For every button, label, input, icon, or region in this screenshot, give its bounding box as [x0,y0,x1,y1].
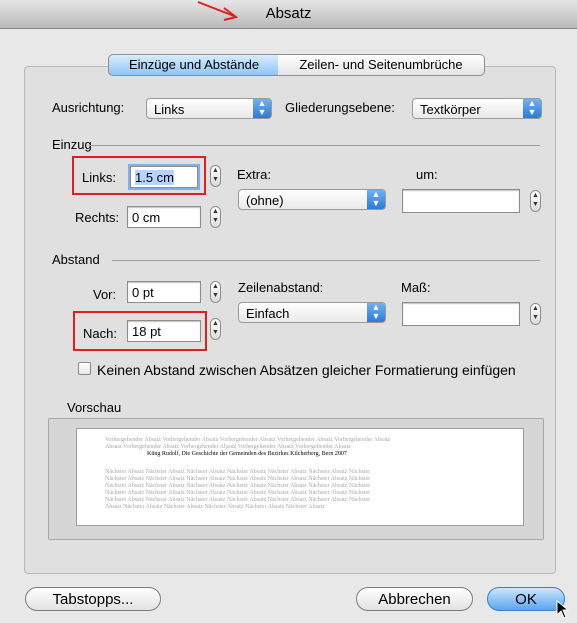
chevron-updown-icon: ▲ ▼ [253,99,271,118]
space-after-label: Nach: [83,326,117,341]
no-space-checkbox-label[interactable]: Keinen Abstand zwischen Absätzen gleiche… [97,362,516,378]
line-spacing-at-field[interactable] [402,302,520,326]
alignment-value: Links [154,102,185,117]
no-space-checkbox[interactable] [78,362,91,375]
preview-label: Vorschau [67,400,122,415]
outline-level-popup[interactable]: Textkörper ▲ ▼ [412,98,542,119]
outline-level-value: Textkörper [420,102,481,117]
mouse-pointer-icon [556,600,570,619]
preview-next-line-2: Nächster Absatz Nächster Absatz Nächster… [105,476,371,482]
line-spacing-label: Zeilenabstand: [238,280,324,295]
window-title: Absatz [265,5,312,22]
preview-next-line-4: Nächster Absatz Nächster Absatz Nächster… [105,490,371,496]
space-before-field[interactable]: 0 pt [127,281,201,303]
special-indent-value: (ohne) [246,193,284,208]
red-arrow-icon [197,1,239,21]
indent-right-stepper-icon[interactable]: ▲ ▼ [210,206,221,228]
ok-button[interactable]: OK [487,587,565,611]
indent-right-value: 0 cm [132,210,161,225]
line-spacing-at-stepper-icon[interactable]: ▲ ▼ [530,303,541,325]
indent-left-stepper-icon[interactable]: ▲ ▼ [210,165,221,187]
indent-left-value: 1.5 cm [135,170,175,185]
indent-left-label: Links: [82,170,116,185]
line-spacing-value: Einfach [246,306,290,321]
space-after-stepper-icon[interactable]: ▲ ▼ [210,318,221,340]
chevron-updown-icon: ▲ ▼ [367,303,385,322]
indent-by-label: um: [416,167,438,182]
indent-divider [90,145,540,146]
space-before-value: 0 pt [132,285,154,300]
indent-right-label: Rechts: [75,210,120,225]
cancel-button[interactable]: Abbrechen [356,587,473,611]
alignment-popup[interactable]: Links ▲ ▼ [146,98,272,119]
spacing-divider [112,260,540,261]
preview-previous-line-1: Vorhergehender Absatz Vorhergehender Abs… [105,437,391,443]
space-after-field[interactable]: 18 pt [127,320,201,342]
line-spacing-popup[interactable]: Einfach ▲ ▼ [238,302,386,323]
indent-by-field[interactable] [402,189,520,213]
spacing-section-label: Abstand [52,252,100,267]
preview-current-paragraph: Küng Rudolf, Die Geschichte der Gemeinde… [147,451,347,457]
special-indent-label: Extra: [237,167,271,182]
chevron-updown-icon: ▲ ▼ [523,99,541,118]
line-spacing-at-label: Maß: [401,280,431,295]
tabs-button[interactable]: Tabstopps... [25,587,161,611]
indent-by-stepper-icon[interactable]: ▲ ▼ [530,190,541,212]
indent-left-field[interactable]: 1.5 cm [130,166,198,188]
preview-page: Vorhergehender Absatz Vorhergehender Abs… [76,428,524,526]
preview-next-line-5: Nächster Absatz Nächster Absatz Nächster… [105,497,371,503]
preview-next-line-1: Nächster Absatz Nächster Absatz Nächster… [105,469,371,475]
tab-indents-spacing[interactable]: Einzüge und Abstände [108,54,280,76]
space-before-label: Vor: [93,287,117,302]
outline-level-label: Gliederungsebene: [285,100,395,115]
space-after-value: 18 pt [132,324,161,339]
preview-next-line-6: Absatz Nächster Absatz Nächster Absatz N… [105,504,325,510]
special-indent-popup[interactable]: (ohne) ▲ ▼ [238,189,386,210]
tab-line-page-breaks[interactable]: Zeilen- und Seitenumbrüche [278,54,485,76]
space-before-stepper-icon[interactable]: ▲ ▼ [210,281,221,303]
indent-section-label: Einzug [52,137,92,152]
preview-next-line-3: Nächster Absatz Nächster Absatz Nächster… [105,483,371,489]
window-titlebar: Absatz [0,0,577,29]
preview-previous-line-2: Absatz Vorhergehender Absatz Vorhergehen… [105,444,351,450]
indent-right-field[interactable]: 0 cm [127,206,201,228]
chevron-updown-icon: ▲ ▼ [367,190,385,209]
alignment-label: Ausrichtung: [52,100,125,115]
